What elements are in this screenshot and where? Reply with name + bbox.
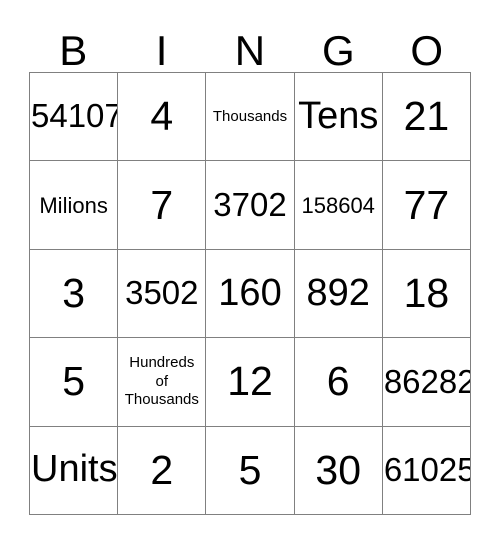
- bingo-cell-text: 892: [306, 271, 370, 314]
- bingo-header-letter-o: O: [410, 27, 444, 74]
- bingo-cell[interactable]: 61025: [382, 426, 472, 516]
- bingo-cell-text: Tens: [298, 94, 379, 137]
- bingo-cell-text: 6: [326, 358, 350, 405]
- bingo-cell-text: 7: [150, 181, 174, 228]
- bingo-cell-text: 2: [150, 446, 174, 493]
- bingo-cell[interactable]: 3702: [206, 161, 295, 250]
- bingo-cell[interactable]: 5: [206, 426, 295, 516]
- bingo-cell-text: Hundreds of Thousands: [124, 353, 199, 409]
- bingo-cell[interactable]: 77: [382, 161, 472, 250]
- bingo-header-letter-i: I: [155, 27, 168, 74]
- bingo-cell[interactable]: 3: [30, 249, 119, 339]
- bingo-cell[interactable]: 54107: [30, 73, 119, 162]
- bingo-row: Units 2 5 30 61025: [30, 426, 472, 516]
- bingo-cell-text: Units: [31, 448, 118, 491]
- bingo-cell[interactable]: Thousands: [206, 73, 295, 162]
- bingo-grid: 54107 4 Thousands Tens 21 Milions 7 3702…: [29, 72, 472, 516]
- bingo-card: B I N G O 54107 4 Thousands Tens 21 Mili…: [29, 12, 472, 516]
- bingo-cell[interactable]: 3502: [118, 249, 207, 339]
- bingo-cell-text: 18: [403, 269, 450, 316]
- bingo-cell[interactable]: 4: [118, 73, 207, 162]
- bingo-cell[interactable]: 12: [206, 338, 295, 427]
- bingo-cell[interactable]: 18: [382, 249, 472, 339]
- bingo-row: 3 3502 160 892 18: [30, 249, 472, 339]
- bingo-cell[interactable]: 30: [294, 426, 383, 516]
- bingo-cell-text: 61025: [383, 451, 472, 488]
- bingo-cell[interactable]: Hundreds of Thousands: [118, 338, 207, 427]
- bingo-cell[interactable]: 86282: [382, 338, 472, 427]
- bingo-cell[interactable]: Tens: [294, 73, 383, 162]
- bingo-row: 54107 4 Thousands Tens 21: [30, 73, 472, 162]
- bingo-header-letter-g: G: [322, 27, 355, 74]
- bingo-cell-text: 86282: [383, 362, 472, 400]
- bingo-cell[interactable]: 7: [118, 161, 207, 250]
- bingo-cell[interactable]: Milions: [30, 161, 119, 250]
- bingo-cell[interactable]: 5: [30, 338, 119, 427]
- bingo-cell[interactable]: 2: [118, 426, 207, 516]
- bingo-cell-text: 54107: [31, 97, 119, 135]
- bingo-cell[interactable]: 892: [294, 249, 383, 339]
- bingo-cell[interactable]: 158604: [294, 161, 383, 250]
- bingo-row: Milions 7 3702 158604 77: [30, 161, 472, 250]
- bingo-cell-text: 77: [403, 181, 450, 228]
- bingo-cell-text: 5: [238, 446, 262, 493]
- bingo-cell[interactable]: 6: [294, 338, 383, 427]
- bingo-cell-text: 21: [403, 93, 450, 140]
- bingo-cell-text: 3: [62, 269, 85, 316]
- bingo-cell-text: 30: [315, 446, 362, 493]
- bingo-header-letter-b: B: [59, 27, 88, 74]
- bingo-cell-text: 158604: [301, 192, 375, 218]
- bingo-row: 5 Hundreds of Thousands 12 6 86282: [30, 338, 472, 427]
- bingo-cell[interactable]: 21: [382, 73, 472, 162]
- bingo-cell-text: 3502: [125, 274, 199, 312]
- bingo-cell-text: Milions: [39, 192, 108, 218]
- bingo-cell-text: 3702: [213, 185, 287, 223]
- bingo-cell-text: 5: [62, 358, 85, 405]
- bingo-header-row: B I N G O: [29, 12, 471, 72]
- bingo-header-letter-n: N: [234, 27, 266, 74]
- bingo-cell[interactable]: Units: [30, 426, 119, 516]
- bingo-cell-text: Thousands: [212, 107, 288, 125]
- bingo-cell-text: 12: [227, 358, 273, 405]
- bingo-cell[interactable]: 160: [206, 249, 295, 339]
- bingo-cell-text: 4: [150, 93, 174, 140]
- bingo-cell-text: 160: [218, 271, 282, 314]
